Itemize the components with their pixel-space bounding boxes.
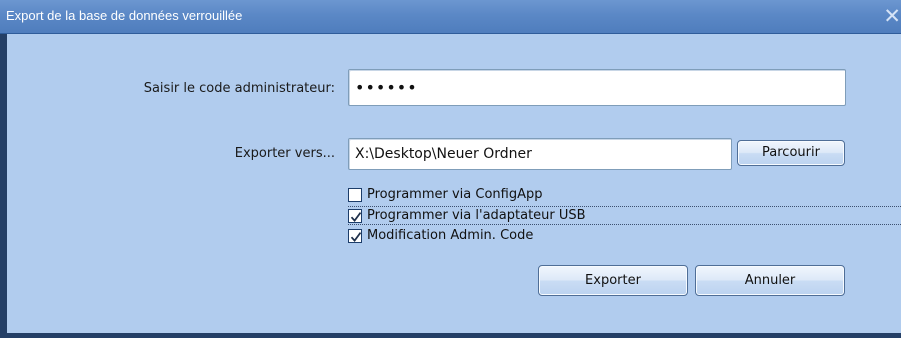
dialog-title: Export de la base de données verrouillée: [6, 8, 243, 23]
export-button[interactable]: Exporter: [538, 265, 688, 296]
option-label-admin-code: Modification Admin. Code: [367, 228, 534, 243]
option-label-configapp: Programmer via ConfigApp: [367, 187, 543, 202]
option-programmer-configapp[interactable]: Programmer via ConfigApp: [348, 186, 642, 205]
option-programmer-usb-adapter[interactable]: Programmer via l'adaptateur USB: [348, 206, 901, 225]
browse-button[interactable]: Parcourir: [737, 140, 845, 166]
checkbox-admin-code[interactable]: [348, 229, 362, 243]
title-bar[interactable]: Export de la base de données verrouillée…: [0, 0, 901, 34]
checkmark-icon: [350, 232, 362, 243]
checkbox-configapp[interactable]: [348, 188, 362, 202]
option-label-usb-adapter: Programmer via l'adaptateur USB: [367, 208, 586, 223]
export-path-label: Exporter vers...: [234, 146, 335, 161]
checkmark-icon: [350, 212, 362, 223]
admin-code-field[interactable]: ••••••: [348, 69, 846, 106]
export-path-field[interactable]: X:\Desktop\Neuer Ordner: [348, 138, 732, 170]
close-icon[interactable]: ✕: [879, 4, 901, 28]
cancel-button[interactable]: Annuler: [695, 265, 845, 296]
admin-code-label: Saisir le code administrateur:: [143, 81, 335, 96]
export-locked-database-dialog: Export de la base de données verrouillée…: [0, 0, 901, 338]
checkbox-usb-adapter[interactable]: [348, 209, 362, 223]
option-modification-admin-code[interactable]: Modification Admin. Code: [348, 227, 642, 246]
dialog-body: Saisir le code administrateur: •••••• Ex…: [0, 34, 901, 338]
